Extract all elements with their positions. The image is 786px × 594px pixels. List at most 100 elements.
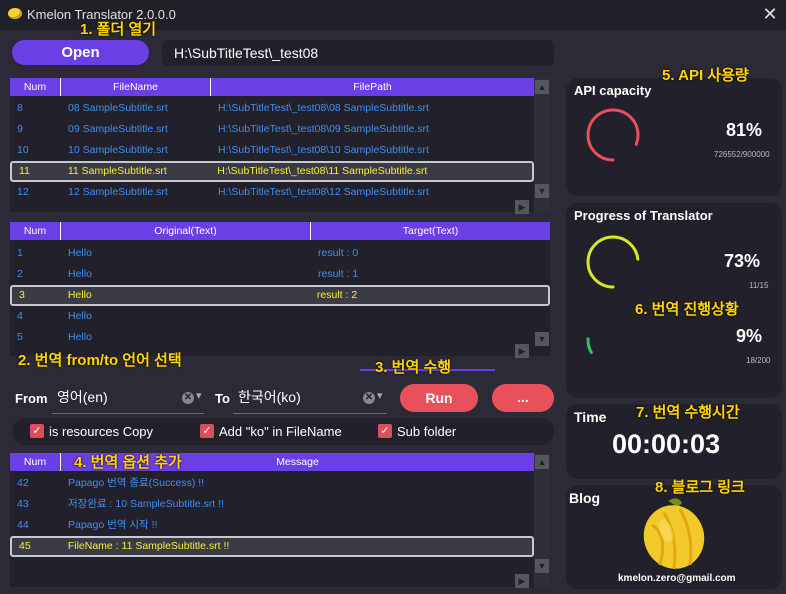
cell-num: 45 [19,540,31,552]
cell-filename: 09 SampleSubtitle.srt [68,123,168,135]
api-capacity-percent: 81% [726,120,763,140]
api-capacity-panel: API capacity 81% 726552/900000 [566,78,782,196]
cell-message: FileName : 11 SampleSubtitle.srt !! [67,540,230,552]
text-table-header: Num Original(Text) Target(Text) [10,222,550,240]
column-header-num[interactable]: Num [10,222,61,240]
resources-copy-label[interactable]: is resources Copy [49,424,153,439]
to-language-select[interactable]: 한국어(ko) ✕ ▾ [233,380,387,414]
cell-message: Papago 번역 시작 !! [68,519,158,531]
api-capacity-title: API capacity [574,83,652,98]
to-language-value: 한국어(ko) [238,389,301,405]
cell-num: 44 [17,519,29,531]
line-progress-detail: 18/200 [746,356,771,365]
table-row[interactable]: 42 Papago 번역 종료(Success) !! [10,473,534,494]
chevron-down-icon[interactable]: ▾ [377,389,383,402]
table-row[interactable]: 2 Hello result : 1 [10,264,550,285]
cell-num: 8 [17,102,23,114]
table-row-selected[interactable]: 11 11 SampleSubtitle.srt H:\SubTitleTest… [10,161,534,182]
column-header-num[interactable]: Num [10,78,61,96]
add-ko-filename-checkbox[interactable]: ✓ [200,424,214,438]
kmelon-app-icon [8,8,22,19]
blog-panel[interactable]: Blog kmelon.zero@gmail.com [566,485,782,589]
line-progress-gauge [586,313,640,367]
from-language-select[interactable]: 영어(en) ✕ ▾ [52,380,204,414]
cell-num: 42 [17,477,29,489]
scroll-down-icon[interactable]: ▼ [535,184,549,198]
sub-folder-checkbox[interactable]: ✓ [378,424,392,438]
annotation-8: 8. 블로그 링크 [655,479,745,496]
cell-num: 4 [17,310,23,322]
from-label: From [15,391,48,406]
table-row[interactable]: 9 09 SampleSubtitle.srt H:\SubTitleTest\… [10,119,534,140]
add-ko-filename-label[interactable]: Add "ko" in FileName [219,424,342,439]
cell-original: Hello [68,310,92,322]
table-row[interactable]: 44 Papago 번역 시작 !! [10,515,534,536]
column-header-target[interactable]: Target(Text) [311,222,550,240]
files-table: Num FileName FilePath 8 08 SampleSubtitl… [10,78,550,214]
resources-copy-checkbox[interactable]: ✓ [30,424,44,438]
table-row[interactable]: 43 저장완료 : 10 SampleSubtitle.srt !! [10,494,534,515]
line-progress-percent: 9% [736,326,763,346]
cell-original: Hello [67,289,92,301]
cell-filename: 12 SampleSubtitle.srt [68,186,168,198]
annotation-1: 1. 폴더 열기 [80,21,157,38]
file-progress-gauge [586,235,640,289]
cell-filename: 10 SampleSubtitle.srt [68,144,168,156]
scroll-down-icon[interactable]: ▼ [535,559,549,573]
api-capacity-gauge [586,108,640,162]
cell-target: result : 2 [316,289,358,301]
clear-icon[interactable]: ✕ [182,392,194,404]
chevron-down-icon[interactable]: ▾ [196,389,202,402]
sub-folder-label[interactable]: Sub folder [397,424,456,439]
column-header-filename[interactable]: FileName [61,78,211,96]
select-underline [233,413,387,414]
files-table-header: Num FileName FilePath [10,78,534,96]
close-icon[interactable]: ✕ [760,4,780,24]
cell-num: 2 [17,268,23,280]
open-folder-button[interactable]: Open [12,40,149,65]
time-title: Time [574,409,607,425]
clear-icon[interactable]: ✕ [363,392,375,404]
scroll-right-icon[interactable]: ▶ [515,200,529,214]
scroll-right-icon[interactable]: ▶ [515,344,529,358]
cell-message: 저장완료 : 10 SampleSubtitle.srt !! [68,498,224,510]
melon-logo-icon[interactable] [638,495,710,571]
column-header-num[interactable]: Num [10,453,61,471]
cell-message: Papago 번역 종료(Success) !! [68,477,205,489]
file-progress-gauge-arc [586,235,640,289]
table-row[interactable]: 12 12 SampleSubtitle.srt H:\SubTitleTest… [10,182,534,203]
annotation-4: 4. 번역 옵션 추가 [74,454,182,471]
api-capacity-detail: 726552/900000 [714,150,770,159]
table-row[interactable]: 4 Hello [10,306,550,327]
table-row-selected[interactable]: 45 FileName : 11 SampleSubtitle.srt !! [10,536,534,557]
annotation-3: 3. 번역 수행 [375,359,452,376]
message-table: Num Message 42 Papago 번역 종료(Success) !! … [10,453,550,588]
cell-original: Hello [68,268,92,280]
column-header-original[interactable]: Original(Text) [61,222,311,240]
cell-num: 1 [17,247,23,259]
to-label: To [215,391,230,406]
cell-filepath: H:\SubTitleTest\_test08\11 SampleSubtitl… [217,165,428,177]
table-row[interactable]: 5 Hello [10,327,550,348]
scroll-up-icon[interactable]: ▲ [535,455,549,469]
cell-num: 5 [17,331,23,343]
cell-filepath: H:\SubTitleTest\_test08\08 SampleSubtitl… [218,102,429,114]
select-underline [52,413,204,414]
more-options-button[interactable]: ... [492,384,554,412]
cell-num: 43 [17,498,29,510]
table-row[interactable]: 1 Hello result : 0 [10,243,550,264]
scroll-up-icon[interactable]: ▲ [535,80,549,94]
table-row-selected[interactable]: 3 Hello result : 2 [10,285,550,306]
table-row[interactable]: 10 10 SampleSubtitle.srt H:\SubTitleTest… [10,140,534,161]
cell-num: 11 [19,165,30,177]
scroll-down-icon[interactable]: ▼ [535,332,549,346]
column-header-filepath[interactable]: FilePath [211,78,534,96]
cell-filename: 11 SampleSubtitle.srt [67,165,167,177]
table-row[interactable]: 8 08 SampleSubtitle.srt H:\SubTitleTest\… [10,98,534,119]
folder-path-display: H:\SubTitleTest\_test08 [162,40,554,66]
blog-email-link[interactable]: kmelon.zero@gmail.com [618,573,736,584]
cell-target: result : 0 [318,247,359,259]
scroll-right-icon[interactable]: ▶ [515,574,529,588]
run-button[interactable]: Run [400,384,478,412]
cell-target: result : 1 [318,268,359,280]
